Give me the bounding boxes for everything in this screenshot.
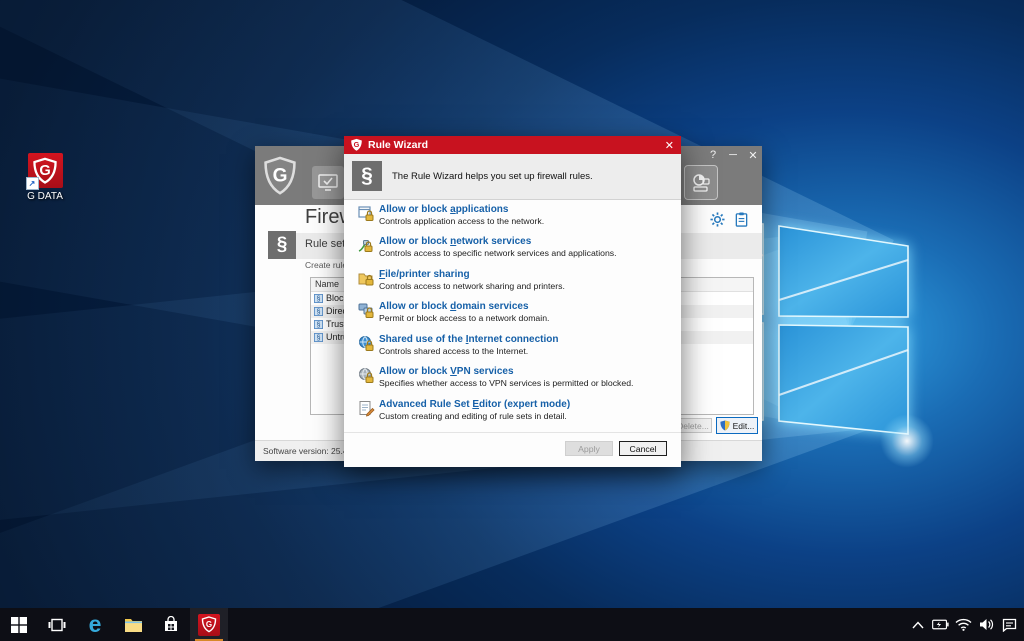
dialog-titlebar[interactable]: G Rule Wizard ✕ xyxy=(344,136,681,154)
edit-button[interactable]: Edit... xyxy=(716,417,758,434)
system-tray xyxy=(909,608,1024,641)
dialog-footer: Apply Cancel xyxy=(344,432,681,467)
svg-text:§: § xyxy=(317,320,321,329)
svg-text:§: § xyxy=(317,294,321,303)
windows-start-icon xyxy=(11,617,27,633)
gdata-shield-icon: G xyxy=(350,138,363,152)
gdata-desktop-shortcut[interactable]: G ↗ G DATA xyxy=(12,153,78,202)
shortcut-label: G DATA xyxy=(12,191,78,202)
section-icon: § xyxy=(268,231,296,259)
battery-icon[interactable] xyxy=(932,616,949,633)
rule-set-icon: § xyxy=(314,294,323,303)
store-taskbar-button[interactable] xyxy=(152,608,190,641)
gdata-shield-icon: G ↗ xyxy=(28,153,63,188)
volume-icon[interactable] xyxy=(978,616,995,633)
svg-text:§: § xyxy=(317,333,321,342)
wizard-option-internet-connection[interactable]: Shared use of the Internet connection Co… xyxy=(344,334,681,364)
wizard-option-domain-services[interactable]: Allow or block domain services Permit or… xyxy=(344,301,681,331)
task-view-icon xyxy=(48,617,66,633)
store-icon xyxy=(163,616,179,633)
option-link[interactable]: Allow or block domain services xyxy=(379,301,529,312)
rule-set-icon: § xyxy=(314,320,323,329)
wizard-option-applications[interactable]: Allow or block applications Controls app… xyxy=(344,204,681,234)
folder-lock-icon xyxy=(358,270,375,292)
taskbar: e G xyxy=(0,608,1024,641)
gdata-logo-icon: G xyxy=(263,155,297,197)
wifi-icon[interactable] xyxy=(955,616,972,633)
dialog-title: Rule Wizard xyxy=(368,139,428,151)
wizard-option-vpn-services[interactable]: Allow or block VPN services Specifies wh… xyxy=(344,366,681,396)
logo-glow xyxy=(880,414,934,468)
svg-text:§: § xyxy=(317,307,321,316)
apply-button[interactable]: Apply xyxy=(565,441,613,456)
help-button[interactable]: ? xyxy=(706,149,720,162)
option-link[interactable]: Advanced Rule Set Editor (expert mode) xyxy=(379,399,570,410)
monitor-check-icon xyxy=(317,173,339,193)
rule-set-icon: § xyxy=(314,333,323,342)
task-view-button[interactable] xyxy=(38,608,76,641)
wizard-option-advanced-editor[interactable]: Advanced Rule Set Editor (expert mode) C… xyxy=(344,399,681,429)
wizard-intro-text: The Rule Wizard helps you set up firewal… xyxy=(392,154,593,199)
network-plug-lock-icon xyxy=(358,237,375,259)
close-icon[interactable]: ✕ xyxy=(665,139,674,152)
uac-shield-icon xyxy=(720,420,730,431)
rule-set-icon: § xyxy=(314,307,323,316)
svg-text:G: G xyxy=(39,163,50,179)
file-explorer-icon xyxy=(124,617,143,633)
minimize-button[interactable]: ─ xyxy=(726,149,740,162)
rule-wizard-dialog: G Rule Wizard ✕ § The Rule Wizard helps … xyxy=(344,136,681,467)
hidden-icons-chevron[interactable] xyxy=(909,616,926,633)
rule-editor-icon xyxy=(358,400,375,422)
vpn-globe-lock-icon xyxy=(358,367,375,389)
section-icon: § xyxy=(352,161,382,191)
option-link[interactable]: Allow or block VPN services xyxy=(379,366,514,377)
svg-text:G: G xyxy=(354,140,360,149)
shortcut-arrow-icon: ↗ xyxy=(26,177,39,190)
gdata-taskbar-button[interactable]: G xyxy=(190,608,228,641)
cancel-button[interactable]: Cancel xyxy=(619,441,667,456)
wizard-option-file-printer-sharing[interactable]: File/printer sharing Controls access to … xyxy=(344,269,681,299)
close-button[interactable]: ✕ xyxy=(746,149,760,162)
globe-lock-icon xyxy=(358,335,375,357)
action-center-icon[interactable] xyxy=(1001,616,1018,633)
screen: G ↗ G DATA G xyxy=(0,0,1024,641)
option-link[interactable]: Allow or block network services xyxy=(379,236,531,247)
settings-gear-icon[interactable] xyxy=(710,212,725,227)
gdata-shield-icon: G xyxy=(198,614,220,636)
domain-computers-lock-icon xyxy=(358,302,375,324)
option-link[interactable]: Allow or block applications xyxy=(379,204,508,215)
backup-module-tile[interactable] xyxy=(685,166,717,199)
clipboard-icon[interactable] xyxy=(735,212,748,227)
start-button[interactable] xyxy=(0,608,38,641)
svg-text:G: G xyxy=(273,165,288,186)
edge-icon: e xyxy=(89,613,102,636)
edge-taskbar-button[interactable]: e xyxy=(76,608,114,641)
svg-text:G: G xyxy=(206,620,212,629)
wizard-intro: § The Rule Wizard helps you set up firew… xyxy=(344,154,681,200)
option-link[interactable]: File/printer sharing xyxy=(379,269,470,280)
option-link[interactable]: Shared use of the Internet connection xyxy=(379,334,558,345)
security-center-module-tile[interactable] xyxy=(312,166,344,199)
wizard-option-network-services[interactable]: Allow or block network services Controls… xyxy=(344,236,681,266)
disk-lock-icon xyxy=(690,173,712,193)
file-explorer-taskbar-button[interactable] xyxy=(114,608,152,641)
app-window-lock-icon xyxy=(358,205,375,227)
